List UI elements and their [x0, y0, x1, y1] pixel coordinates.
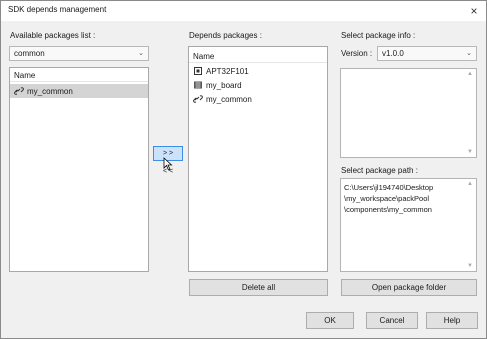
package-info-textbox[interactable]: ▲ ▼ — [340, 68, 477, 158]
scroll-up-icon[interactable]: ▲ — [467, 71, 473, 77]
version-dropdown[interactable]: v1.0.0 ⌄ — [377, 46, 477, 61]
depends-packages-list[interactable]: Name APT32F101 my_board my_common — [188, 46, 328, 272]
list-item[interactable]: my_board — [189, 78, 327, 92]
package-path-text: C:\Users\jl194740\Desktop \my_workspace\… — [344, 183, 434, 214]
list-item[interactable]: my_common — [10, 84, 148, 98]
chevron-down-icon: ⌄ — [466, 50, 472, 57]
list-item-label: my_common — [206, 95, 252, 104]
scroll-down-icon[interactable]: ▼ — [467, 263, 473, 269]
title-bar: SDK depends management × — [1, 1, 486, 21]
depends-packages-label: Depends packages : — [189, 31, 262, 40]
open-package-folder-button[interactable]: Open package folder — [341, 279, 477, 296]
package-filter-value: common — [14, 49, 45, 58]
ok-button[interactable]: OK — [306, 312, 354, 329]
board-icon — [194, 81, 202, 89]
cancel-button[interactable]: Cancel — [366, 312, 418, 329]
column-header-name[interactable]: Name — [189, 49, 327, 63]
sdk-depends-dialog: SDK depends management × Available packa… — [0, 0, 487, 339]
column-header-name[interactable]: Name — [10, 68, 148, 82]
package-path-label: Select package path : — [341, 166, 418, 175]
list-item[interactable]: APT32F101 — [189, 64, 327, 78]
mouse-pointer-icon — [163, 157, 173, 171]
list-item[interactable]: my_common — [189, 92, 327, 106]
chain-link-icon — [14, 87, 24, 95]
list-item-label: my_common — [27, 87, 73, 96]
list-item-label: my_board — [206, 81, 242, 90]
package-info-label: Select package info : — [341, 31, 416, 40]
scroll-up-icon[interactable]: ▲ — [467, 181, 473, 187]
package-path-textbox[interactable]: C:\Users\jl194740\Desktop \my_workspace\… — [340, 178, 477, 272]
version-value: v1.0.0 — [382, 49, 404, 58]
delete-all-button[interactable]: Delete all — [189, 279, 328, 296]
package-filter-dropdown[interactable]: common ⌄ — [9, 46, 149, 61]
available-packages-list[interactable]: Name my_common — [9, 67, 149, 272]
version-label: Version : — [341, 49, 373, 58]
chevron-down-icon: ⌄ — [138, 50, 144, 57]
available-packages-label: Available packages list : — [10, 31, 96, 40]
chain-link-icon — [193, 95, 203, 103]
close-icon[interactable]: × — [464, 2, 484, 20]
window-title: SDK depends management — [8, 5, 107, 14]
list-item-label: APT32F101 — [206, 67, 249, 76]
chip-icon — [194, 67, 202, 75]
help-button[interactable]: Help — [426, 312, 478, 329]
scroll-down-icon[interactable]: ▼ — [467, 149, 473, 155]
